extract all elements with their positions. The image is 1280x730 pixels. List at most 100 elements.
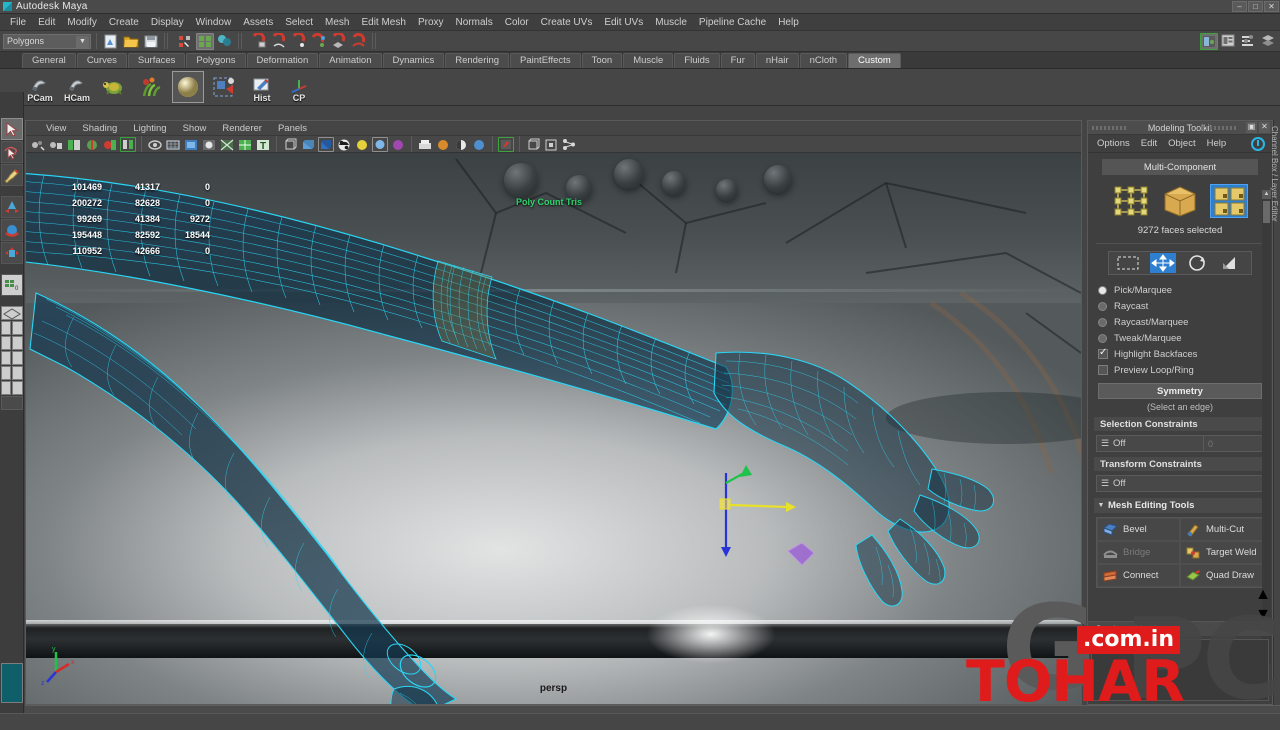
scale-tool[interactable]	[0, 242, 23, 264]
grid-toggle-icon[interactable]	[147, 137, 163, 152]
paint-select-tool[interactable]	[0, 164, 23, 186]
maximize-button[interactable]: □	[1248, 1, 1263, 12]
menu-item-create[interactable]: Create	[103, 16, 145, 29]
checkbox-highlight-backfaces[interactable]: Highlight Backfaces	[1098, 346, 1272, 362]
move-manipulator[interactable]	[719, 465, 796, 557]
shelf-button-uv-editor[interactable]	[209, 71, 241, 103]
show-hide-layer-editor-icon[interactable]	[1260, 33, 1278, 50]
shelf-tab-painteffects[interactable]: PaintEffects	[510, 53, 581, 68]
camera-attributes-icon[interactable]	[66, 137, 82, 152]
shelf-tab-rendering[interactable]: Rendering	[445, 53, 510, 68]
menu-item-proxy[interactable]: Proxy	[412, 16, 450, 29]
layout-three-pane[interactable]	[0, 366, 11, 380]
layout-persp-graph[interactable]	[0, 336, 11, 350]
menu-item-file[interactable]: File	[4, 16, 32, 29]
layout-hypershade-persp[interactable]	[12, 336, 23, 350]
shelf-tab-polygons[interactable]: Polygons	[186, 53, 246, 68]
chevron-down-icon[interactable]: ▼	[76, 35, 89, 48]
rotate-manipulator-icon[interactable]	[1184, 253, 1210, 273]
menu-item-select[interactable]: Select	[279, 16, 319, 29]
checkbox-icon[interactable]	[1098, 365, 1108, 375]
custom-shelf-body[interactable]	[1091, 639, 1269, 701]
xray-icon[interactable]	[219, 137, 235, 152]
layout-extra-b[interactable]	[12, 381, 23, 395]
channel-box-side-tab[interactable]: Channel Box / Layer Editor	[1270, 120, 1280, 705]
mt-menu-object[interactable]: Object	[1163, 138, 1200, 149]
shelf-button-sphere-shader[interactable]	[172, 71, 204, 103]
menu-item-edit-uvs[interactable]: Edit UVs	[598, 16, 649, 29]
mt-menu-help[interactable]: Help	[1202, 138, 1232, 149]
snap-to-point-icon[interactable]	[290, 31, 308, 50]
film-gate-icon[interactable]	[165, 137, 181, 152]
viewport-menu-shading[interactable]: Shading	[74, 123, 125, 134]
mesh-tool-multi-cut[interactable]: Multi-Cut	[1180, 518, 1263, 541]
wireframe-shading-icon[interactable]	[237, 137, 253, 152]
select-mode-raycast-marquee[interactable]: Raycast/Marquee	[1098, 314, 1272, 330]
bounding-box-shading-icon[interactable]	[282, 137, 298, 152]
shelf-tab-toon[interactable]: Toon	[581, 53, 623, 68]
viewport-menu-view[interactable]: View	[38, 123, 74, 134]
panel-grip[interactable]	[1202, 126, 1236, 130]
menu-item-modify[interactable]: Modify	[61, 16, 102, 29]
lock-camera-icon[interactable]	[48, 137, 64, 152]
shelf-tab-muscle[interactable]: Muscle	[623, 53, 674, 68]
power-toggle-icon[interactable]	[1251, 137, 1265, 151]
select-by-component-icon[interactable]	[216, 33, 234, 50]
mesh-tool-target-weld[interactable]: Target Weld	[1180, 541, 1263, 564]
select-by-object-icon[interactable]	[196, 32, 214, 50]
snap-to-view-plane-icon[interactable]	[330, 31, 348, 50]
selection-constraint-field[interactable]: 0	[1203, 436, 1263, 451]
viewport-menu-show[interactable]: Show	[175, 123, 215, 134]
chevron-down-icon[interactable]: ▼	[1094, 502, 1108, 509]
wireframe-on-shaded-icon[interactable]	[336, 137, 352, 152]
shadows-icon[interactable]	[390, 137, 406, 152]
selection-mode-dropdown[interactable]: Polygons ▼	[3, 33, 91, 49]
smooth-shading-icon[interactable]	[300, 137, 316, 152]
viewport-menu-renderer[interactable]: Renderer	[214, 123, 270, 134]
transform-constraints-row[interactable]: ☰ Off	[1096, 475, 1264, 492]
shelf-tab-dynamics[interactable]: Dynamics	[382, 53, 445, 68]
viewport-menu-lighting[interactable]: Lighting	[125, 123, 174, 134]
radio-button-icon[interactable]	[1098, 317, 1107, 327]
scale-manipulator-icon[interactable]	[1219, 253, 1245, 273]
marquee-select-icon[interactable]	[1115, 253, 1141, 273]
exposure-icon[interactable]	[561, 137, 577, 152]
mt-menu-options[interactable]: Options	[1092, 138, 1135, 149]
snap-to-curve-icon[interactable]	[270, 31, 288, 50]
shelf-tab-fur[interactable]: Fur	[720, 53, 755, 68]
layout-outliner-persp[interactable]	[12, 321, 23, 335]
shelf-tab-general[interactable]: General	[22, 53, 76, 68]
menu-item-create-uvs[interactable]: Create UVs	[535, 16, 599, 29]
checkbox-preview-loop-ring[interactable]: Preview Loop/Ring	[1098, 362, 1272, 378]
shelf-tab-ncloth[interactable]: nCloth	[799, 53, 848, 68]
checkbox-icon[interactable]	[1098, 347, 1108, 359]
move-manipulator-icon[interactable]	[1149, 253, 1176, 273]
layout-empty-slot[interactable]	[0, 396, 23, 410]
shelf-tab-custom[interactable]: Custom	[848, 53, 901, 68]
menu-item-mesh[interactable]: Mesh	[319, 16, 355, 29]
flat-shading-icon[interactable]	[318, 136, 334, 152]
shelf-tab-surfaces[interactable]: Surfaces	[127, 53, 186, 68]
lasso-select-tool[interactable]	[0, 141, 23, 163]
shelf-button-grass[interactable]	[135, 71, 167, 103]
shelf-button-hist[interactable]: Hist	[246, 71, 278, 103]
viewport-canvas[interactable]: Poly Count Tris 101469 41317 0 200272 82628 0…	[26, 153, 1081, 704]
open-scene-icon[interactable]	[122, 33, 140, 50]
screen-space-ao-icon[interactable]	[417, 137, 433, 152]
universal-manipulator-tool[interactable]: 0	[0, 274, 23, 296]
texture-toggle-icon[interactable]	[354, 137, 370, 152]
scrollbar-thumb[interactable]	[1263, 201, 1270, 223]
layout-single-perspective[interactable]	[0, 306, 23, 320]
layout-four-view[interactable]	[0, 321, 11, 335]
mesh-tool-connect[interactable]: Connect	[1097, 564, 1180, 587]
face-component-icon[interactable]	[1210, 184, 1248, 218]
radio-button-icon[interactable]	[1098, 285, 1107, 295]
show-hide-attribute-editor-icon[interactable]	[1200, 32, 1218, 50]
close-icon[interactable]: ✕	[1259, 122, 1270, 133]
snap-to-grid-icon[interactable]	[250, 31, 268, 50]
scroll-up-arrow-icon[interactable]: ▲	[1255, 586, 1271, 604]
multisample-aa-icon[interactable]	[453, 137, 469, 152]
menu-item-help[interactable]: Help	[772, 16, 805, 29]
menu-item-display[interactable]: Display	[145, 16, 190, 29]
panel-grip[interactable]	[1092, 126, 1126, 130]
